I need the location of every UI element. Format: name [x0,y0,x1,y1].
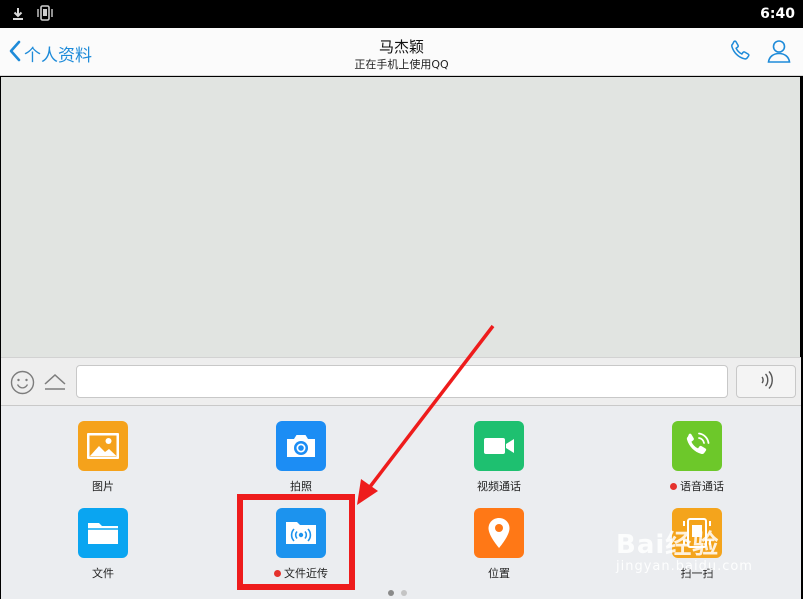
tile-label: 扫一扫 [680,567,714,580]
action-panel: 图片 拍照 视频通话 语音通话 文件 文件近传 位置 扫一扫 [1,406,801,599]
status-bar: 6:40 [0,0,803,28]
input-bar [1,357,801,406]
tile-label: 语音通话 [680,480,724,493]
tile-file[interactable]: 文件 [53,508,153,581]
chat-message-area[interactable] [1,77,800,357]
contact-profile-icon[interactable] [766,38,792,68]
nearby-file-icon [276,508,326,558]
tile-image[interactable]: 图片 [53,421,153,494]
vibrate-icon [36,5,54,25]
voice-input-button[interactable] [736,365,796,398]
contact-status: 正在手机上使用QQ [354,58,449,71]
chat-header: 个人资料 马杰颖 正在手机上使用QQ [0,28,803,76]
camera-icon [276,421,326,471]
tile-label: 视频通话 [477,480,521,493]
tile-label: 图片 [92,480,114,493]
page-dot-active[interactable] [388,590,394,596]
tile-label: 文件 [92,567,114,580]
download-icon [12,6,24,25]
contact-name: 马杰颖 [378,38,424,56]
tile-voice-call[interactable]: 语音通话 [647,421,747,494]
tile-nearby-file-transfer[interactable]: 文件近传 [251,508,351,581]
page-indicator [388,590,407,596]
image-icon [78,421,128,471]
tile-video-call[interactable]: 视频通话 [449,421,549,494]
tile-label: 位置 [488,567,510,580]
folder-icon [78,508,128,558]
tile-scan[interactable]: 扫一扫 [647,508,747,581]
emoji-icon[interactable] [10,370,35,399]
clock: 6:40 [760,6,795,22]
tile-camera[interactable]: 拍照 [251,421,351,494]
new-badge-dot [670,482,677,490]
expand-panel-icon[interactable] [43,371,67,397]
tile-location[interactable]: 位置 [449,508,549,581]
new-badge-dot [274,569,281,577]
scan-icon [672,508,722,558]
tile-label: 拍照 [290,480,312,493]
location-pin-icon [474,508,524,558]
phone-icon[interactable] [728,39,752,67]
message-input[interactable] [76,365,728,398]
voice-call-icon [672,421,722,471]
tile-label: 文件近传 [284,567,328,580]
sound-wave-icon [755,370,777,394]
video-call-icon [474,421,524,471]
page-dot[interactable] [401,590,407,596]
